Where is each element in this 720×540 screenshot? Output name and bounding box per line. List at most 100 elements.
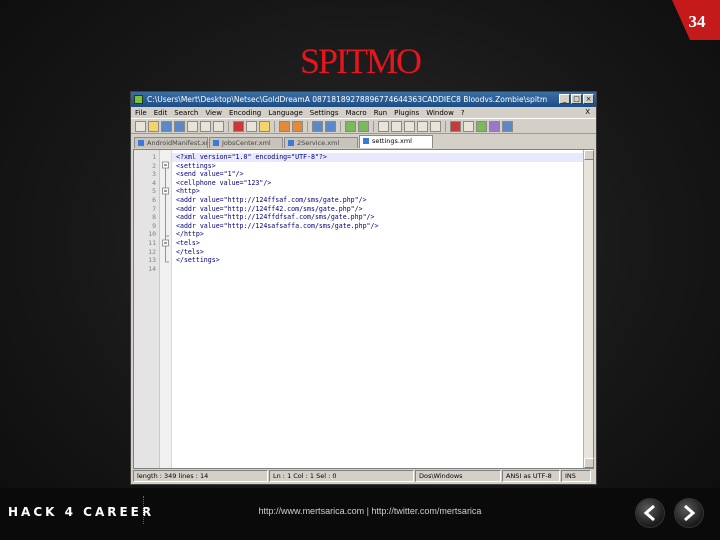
copy-icon[interactable]: [246, 120, 257, 132]
code-area[interactable]: <?xml version="1.0" encoding="UTF-8"?> <…: [172, 150, 593, 468]
slide-title: SPITMO: [299, 41, 422, 81]
toolbar: [131, 118, 596, 134]
toolbar-separator: [274, 120, 275, 132]
menu-macro[interactable]: Macro: [346, 109, 367, 117]
footer-links[interactable]: http://www.mertsarica.com | http://twitt…: [0, 506, 720, 516]
menu-bar: File Edit Search View Encoding Language …: [131, 107, 596, 118]
status-bar: length : 349 lines : 14 Ln : 1 Col : 1 S…: [133, 470, 594, 482]
status-eol: Dos\Windows: [415, 470, 501, 482]
menu-encoding[interactable]: Encoding: [229, 109, 261, 117]
maximize-button[interactable]: □: [571, 94, 582, 104]
menu-file[interactable]: File: [135, 109, 147, 117]
replace-icon[interactable]: [325, 120, 336, 132]
save-macro-icon[interactable]: [502, 120, 513, 132]
code-line: <addr value="http://124ffsaf.com/sms/gat…: [176, 195, 367, 204]
toolbar-separator: [340, 120, 341, 132]
scroll-down-button[interactable]: [584, 458, 594, 468]
record-macro-icon[interactable]: [450, 120, 461, 132]
new-file-icon[interactable]: [135, 120, 146, 132]
print-icon[interactable]: [213, 120, 224, 132]
scroll-up-button[interactable]: [584, 150, 594, 160]
menu-run[interactable]: Run: [374, 109, 387, 117]
line-number: 10: [148, 230, 156, 239]
code-line: </tels>: [176, 247, 204, 256]
line-number: 4: [152, 178, 156, 187]
line-number-gutter: 1 2 3 4 5 6 7 8 9 10 11 12 13 14: [134, 150, 160, 468]
menu-view[interactable]: View: [205, 109, 222, 117]
status-insert-mode: INS: [561, 470, 591, 482]
line-number: 7: [152, 204, 156, 213]
vertical-scrollbar[interactable]: [583, 150, 594, 468]
menu-edit[interactable]: Edit: [154, 109, 168, 117]
tab-2service[interactable]: 2Service.xml: [284, 137, 358, 148]
line-number: 5: [152, 187, 156, 196]
toolbar-separator: [445, 120, 446, 132]
save-all-icon[interactable]: [174, 120, 185, 132]
line-number: 12: [148, 247, 156, 256]
code-line: <tels>: [176, 238, 200, 247]
save-icon[interactable]: [161, 120, 172, 132]
sync-horizontal-icon[interactable]: [391, 120, 402, 132]
code-line: <addr value="http://124safsaffa.com/sms/…: [176, 221, 379, 230]
close-file-icon[interactable]: [187, 120, 198, 132]
menu-help[interactable]: ?: [461, 109, 465, 117]
minimize-button[interactable]: _: [559, 94, 570, 104]
word-wrap-icon[interactable]: [404, 120, 415, 132]
status-length: length : 349 lines : 14: [133, 470, 268, 482]
menu-settings[interactable]: Settings: [310, 109, 339, 117]
slide-number: 34: [688, 12, 706, 31]
code-editor[interactable]: 1 2 3 4 5 6 7 8 9 10 11 12 13 14 <?xml v…: [133, 149, 594, 469]
close-all-icon[interactable]: [200, 120, 211, 132]
open-file-icon[interactable]: [148, 120, 159, 132]
menu-language[interactable]: Language: [268, 109, 303, 117]
status-encoding: ANSI as UTF-8: [502, 470, 560, 482]
toolbar-separator: [228, 120, 229, 132]
paste-icon[interactable]: [259, 120, 270, 132]
close-button[interactable]: ×: [583, 94, 594, 104]
code-line: <?xml version="1.0" encoding="UTF-8"?>: [172, 153, 593, 162]
line-number: 1: [152, 153, 156, 161]
menu-plugins[interactable]: Plugins: [394, 109, 419, 117]
undo-icon[interactable]: [279, 120, 290, 132]
line-number: 11: [148, 238, 156, 247]
play-macro-icon[interactable]: [476, 120, 487, 132]
zoom-out-icon[interactable]: [358, 120, 369, 132]
toolbar-separator: [307, 120, 308, 132]
previous-slide-button[interactable]: [635, 498, 665, 528]
line-number: 3: [152, 170, 156, 179]
redo-icon[interactable]: [292, 120, 303, 132]
code-line: <addr value="http://124ffdfsaf.com/sms/g…: [176, 213, 375, 222]
stop-macro-icon[interactable]: [463, 120, 474, 132]
tab-jobscenter[interactable]: JobsCenter.xml: [209, 137, 283, 148]
tab-settings[interactable]: settings.xml: [359, 135, 433, 148]
run-macro-multiple-icon[interactable]: [489, 120, 500, 132]
line-number: 9: [152, 221, 156, 230]
status-cursor: Ln : 1 Col : 1 Sel : 0: [269, 470, 414, 482]
menu-window[interactable]: Window: [426, 109, 454, 117]
cut-icon[interactable]: [233, 120, 244, 132]
find-icon[interactable]: [312, 120, 323, 132]
notepad-window: C:\Users\Mert\Desktop\Netsec\GoldDreamA …: [130, 91, 597, 485]
file-tabs: AndroidManifest.xml JobsCenter.xml 2Serv…: [131, 134, 596, 148]
line-number: 13: [148, 256, 156, 265]
code-line: <http>: [176, 187, 200, 196]
notepad-app-icon: [134, 95, 143, 104]
toolbar-separator: [373, 120, 374, 132]
next-slide-button[interactable]: [674, 498, 704, 528]
menu-search[interactable]: Search: [174, 109, 198, 117]
zoom-in-icon[interactable]: [345, 120, 356, 132]
code-line: </http>: [176, 230, 204, 239]
code-line: <send value="1"/>: [176, 170, 244, 179]
code-line: <settings>: [176, 161, 216, 170]
tab-androidmanifest[interactable]: AndroidManifest.xml: [134, 137, 208, 148]
document-close-button[interactable]: X: [585, 108, 590, 116]
indent-guide-icon[interactable]: [430, 120, 441, 132]
line-number: 6: [152, 195, 156, 204]
sync-vertical-icon[interactable]: [378, 120, 389, 132]
code-line: </settings>: [176, 256, 220, 265]
line-number: 8: [152, 213, 156, 222]
fold-margin[interactable]: [160, 150, 172, 468]
chevron-left-icon: [643, 505, 655, 521]
show-all-chars-icon[interactable]: [417, 120, 428, 132]
